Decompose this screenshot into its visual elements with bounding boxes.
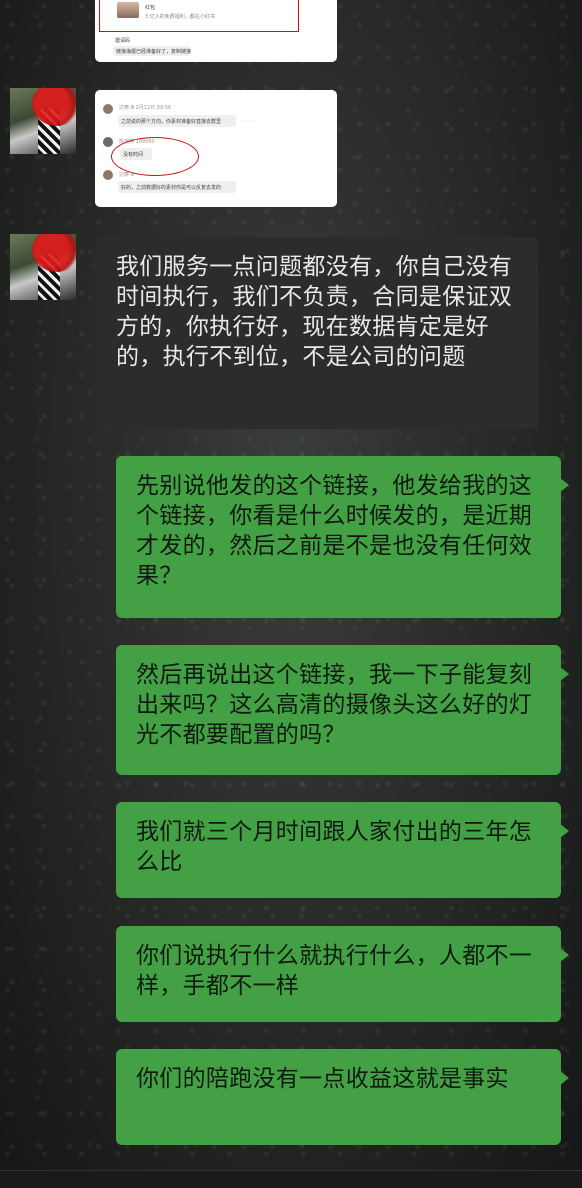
avatar[interactable]	[10, 234, 76, 300]
message-bubble-outgoing[interactable]: 你们的陪跑没有一点收益这就是事实	[116, 1049, 569, 1145]
message-text: 我们服务一点问题都没有，你自己没有时间执行，我们不负责，合同是保证双方的，你执行…	[116, 254, 513, 370]
message-bubble-incoming[interactable]: 我们服务一点问题都没有，你自己没有时间执行，我们不负责，合同是保证双方的，你执行…	[88, 237, 538, 429]
avatar[interactable]	[10, 88, 76, 154]
card-thumbnail	[117, 2, 139, 18]
message-text: 我们就三个月时间跟人家付出的三年怎么比	[136, 819, 533, 875]
image-message-screenshot-top[interactable]: 红包 3 亿人的免费福利，都在小红书 邀请码 链接海报已经准备好了，复制链接	[95, 0, 337, 62]
card-title: 红包	[145, 5, 156, 11]
message-bubble-outgoing[interactable]: 你们说执行什么就执行什么，人都不一样，手都不一样	[116, 926, 569, 1022]
message-text: 你们说执行什么就执行什么，人都不一样，手都不一样	[136, 943, 533, 999]
third-avatar-small	[103, 170, 113, 180]
card-subtitle: 3 亿人的免费福利，都在小红书	[145, 14, 215, 20]
bottom-bar	[0, 1170, 582, 1188]
sender-avatar-small	[103, 104, 113, 114]
message-bubble-outgoing[interactable]: 先别说他发的这个链接，他发给我的这个链接，你看是什么时候发的，是近期才发的，然后…	[116, 456, 569, 618]
chat-text-1: 之前说的那个方向，你素材准备好直接去群里	[121, 119, 222, 125]
reply-avatar-small	[103, 137, 113, 147]
footer-line-2: 链接海报已经准备好了，复制链接	[116, 49, 192, 55]
message-text: 然后再说出这个链接，我一下子能复刻出来吗？这么高清的摄像头这么好的灯光不都要配置…	[136, 662, 533, 748]
third-sender: 达摩·Ⅲ	[119, 172, 135, 178]
message-bubble-outgoing[interactable]: 然后再说出这个链接，我一下子能复刻出来吗？这么高清的摄像头这么好的灯光不都要配置…	[116, 645, 569, 775]
footer-line-1: 邀请码	[115, 38, 131, 44]
sender-meta: 达摩·Ⅲ 2月12日 09:56	[119, 105, 172, 111]
message-text: 你们的陪跑没有一点收益这就是事实	[136, 1066, 509, 1092]
image-message-screenshot[interactable]: 达摩·Ⅲ 2月12日 09:56 之前说的那个方向，你素材准备好直接去群里 · …	[95, 90, 337, 207]
bubble-actions: · · · ·	[243, 118, 255, 124]
chat-text-3: 好的，之前数据好的素材你是可以反复去发的	[121, 185, 222, 191]
message-bubble-outgoing[interactable]: 我们就三个月时间跟人家付出的三年怎么比	[116, 802, 569, 898]
message-text: 先别说他发的这个链接，他发给我的这个链接，你看是什么时候发的，是近期才发的，然后…	[136, 473, 533, 589]
